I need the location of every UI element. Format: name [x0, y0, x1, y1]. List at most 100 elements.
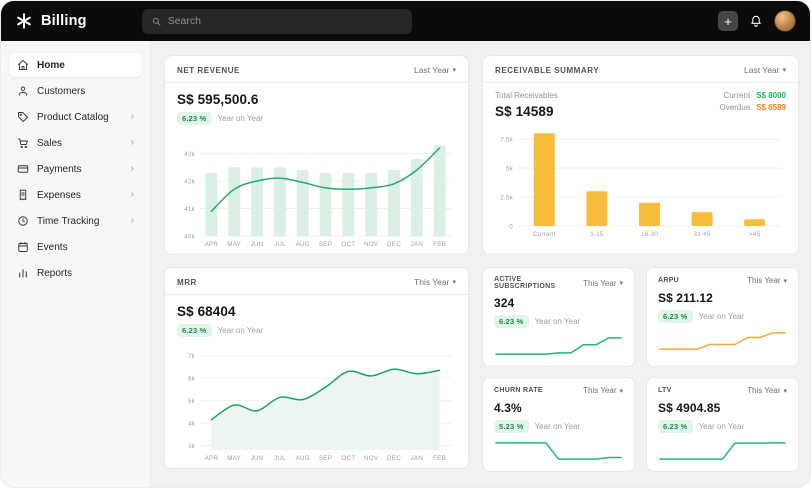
overdue-value: S$ 6589	[756, 103, 786, 112]
reports-icon	[17, 267, 29, 279]
sidebar-item-label: Time Tracking	[37, 216, 99, 227]
ltv-value: S$ 4904.85	[658, 401, 787, 415]
svg-text:SEP: SEP	[319, 455, 332, 462]
sidebar-item-payments[interactable]: Payments ›	[9, 157, 142, 181]
period-dropdown[interactable]: This Year ▾	[583, 279, 623, 288]
plus-icon: +	[724, 15, 732, 28]
sidebar-item-sales[interactable]: Sales ›	[9, 131, 142, 155]
net-revenue-card: NET REVENUE Last Year ▾ S$ 595,500.6 6.2…	[164, 55, 469, 255]
period-label: This Year	[583, 279, 616, 288]
notifications-bell-icon[interactable]	[749, 14, 763, 28]
svg-text:OCT: OCT	[341, 241, 355, 248]
period-label: This Year	[414, 277, 449, 287]
svg-text:2.5k: 2.5k	[500, 195, 513, 202]
sidebar-item-customers[interactable]: Customers	[9, 79, 142, 103]
badge-row: 6.23 % Year on Year	[177, 324, 456, 337]
active-subscriptions-card: ACTIVE SUBSCRIPTIONS This Year ▾ 324 6.2…	[482, 267, 635, 367]
add-new-button[interactable]: +	[718, 11, 738, 31]
chevron-right-icon: ›	[131, 164, 134, 174]
user-avatar[interactable]	[774, 10, 796, 32]
sidebar-item-label: Sales	[37, 138, 62, 149]
caret-down-icon: ▾	[619, 387, 623, 395]
search-icon	[151, 16, 162, 27]
chevron-right-icon: ›	[131, 112, 134, 122]
period-dropdown[interactable]: Last Year ▾	[744, 65, 786, 75]
yoy-caption: Year on Year	[218, 326, 264, 335]
badge-row: 6.23 % Year on Year	[494, 315, 623, 328]
sidebar-item-events[interactable]: Events	[9, 235, 142, 259]
top-right-actions: +	[718, 10, 796, 32]
receivables-chart: 7.5k5k2.5k0Current1-1516-3031-45>45	[495, 125, 786, 239]
receivables-breakdown: Current S$ 8000 Overdue S$ 6589	[720, 91, 787, 112]
current-value: S$ 8000	[756, 91, 786, 100]
total-receivables: Total Receivables S$ 14589	[495, 91, 558, 119]
card-title: MRR	[177, 278, 197, 287]
caret-down-icon: ▾	[783, 277, 787, 285]
sidebar-item-label: Customers	[37, 86, 85, 97]
card-header: CHURN RATE This Year ▾	[494, 386, 623, 395]
card-header: NET REVENUE Last Year ▾	[177, 65, 456, 75]
chevron-right-icon: ›	[131, 138, 134, 148]
sidebar-item-label: Reports	[37, 268, 72, 279]
svg-text:NOV: NOV	[364, 455, 379, 462]
yoy-badge: 6.23 %	[177, 112, 212, 125]
sidebar: Home Customers Product Catalog › Sales ›…	[1, 41, 151, 487]
chevron-right-icon: ›	[131, 216, 134, 226]
svg-text:SEP: SEP	[319, 241, 332, 248]
overdue-receivables: Overdue S$ 6589	[720, 103, 787, 112]
sidebar-item-expenses[interactable]: Expenses ›	[9, 183, 142, 207]
current-receivables: Current S$ 8000	[724, 91, 787, 100]
period-dropdown[interactable]: This Year ▾	[747, 276, 787, 285]
ltv-sparkline	[658, 437, 787, 465]
svg-text:40k: 40k	[184, 234, 195, 241]
period-dropdown[interactable]: This Year ▾	[583, 386, 623, 395]
brand: Billing	[15, 12, 87, 30]
card-header: ACTIVE SUBSCRIPTIONS This Year ▾	[494, 276, 623, 290]
kpi-grid: ACTIVE SUBSCRIPTIONS This Year ▾ 324 6.2…	[482, 267, 799, 469]
chevron-right-icon: ›	[131, 190, 134, 200]
caret-down-icon: ▾	[782, 66, 786, 74]
caret-down-icon: ▾	[619, 279, 623, 287]
card-divider	[165, 82, 468, 83]
sidebar-item-reports[interactable]: Reports	[9, 261, 142, 285]
yoy-caption: Year on Year	[699, 312, 745, 321]
svg-text:JUL: JUL	[274, 241, 286, 248]
sidebar-item-label: Expenses	[37, 190, 81, 201]
search-bar[interactable]	[142, 9, 412, 34]
caret-down-icon: ▾	[452, 278, 456, 286]
events-icon	[17, 241, 29, 253]
total-receivables-label: Total Receivables	[495, 91, 558, 100]
card-header: MRR This Year ▾	[177, 277, 456, 287]
sidebar-item-label: Payments	[37, 164, 81, 175]
card-title: ACTIVE SUBSCRIPTIONS	[494, 276, 583, 290]
search-input[interactable]	[168, 15, 403, 27]
home-icon	[17, 59, 29, 71]
active-subscriptions-value: 324	[494, 296, 623, 310]
period-dropdown[interactable]: This Year ▾	[414, 277, 456, 287]
card-title: LTV	[658, 387, 672, 394]
app-body: Home Customers Product Catalog › Sales ›…	[1, 41, 810, 487]
period-dropdown[interactable]: Last Year ▾	[414, 65, 456, 75]
ltv-card: LTV This Year ▾ S$ 4904.85 6.23 % Year o…	[646, 377, 799, 472]
receivables-summary-row: Total Receivables S$ 14589 Current S$ 80…	[495, 91, 786, 119]
billing-app: Billing + Home Cus	[0, 0, 811, 488]
svg-text:JUN: JUN	[251, 241, 264, 248]
svg-text:AUG: AUG	[296, 241, 310, 248]
mrr-value: S$ 68404	[177, 304, 456, 319]
svg-text:APR: APR	[205, 241, 219, 248]
sidebar-item-home[interactable]: Home	[9, 53, 142, 77]
svg-text:JUN: JUN	[251, 455, 264, 462]
sidebar-item-label: Home	[37, 60, 65, 71]
app-title: Billing	[41, 13, 87, 29]
sidebar-item-product-catalog[interactable]: Product Catalog ›	[9, 105, 142, 129]
sidebar-item-time-tracking[interactable]: Time Tracking ›	[9, 209, 142, 233]
sidebar-item-label: Product Catalog	[37, 112, 109, 123]
period-dropdown[interactable]: This Year ▾	[747, 386, 787, 395]
svg-text:7.5k: 7.5k	[500, 137, 513, 144]
dashboard-row-2: MRR This Year ▾ S$ 68404 6.23 % Year on …	[164, 267, 797, 469]
time-tracking-icon	[17, 215, 29, 227]
card-header: RECEIVABLE SUMMARY Last Year ▾	[495, 65, 786, 75]
svg-text:7k: 7k	[188, 353, 196, 360]
churn-rate-sparkline	[494, 437, 623, 465]
svg-text:6k: 6k	[188, 376, 196, 383]
